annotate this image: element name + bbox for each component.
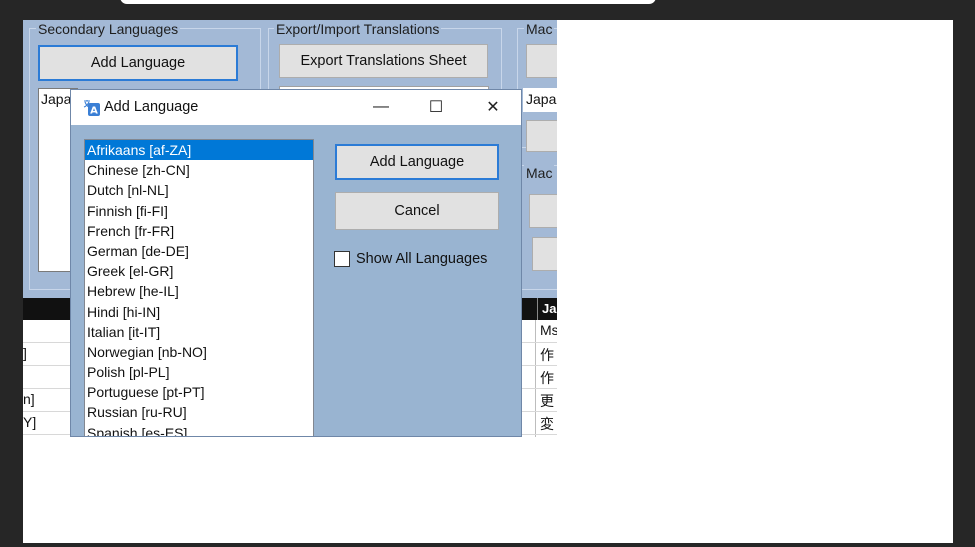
dialog-add-language-button[interactable]: Add Language [335, 144, 499, 180]
minimize-icon[interactable]: — [366, 95, 396, 119]
grid-cell[interactable]: 作 [540, 345, 554, 365]
grid-cell[interactable]: 変 [540, 414, 554, 434]
grid-cell[interactable]: 更 [540, 391, 554, 411]
add-language-dialog: A Add Language — ☐ ✕ Afrikaans [af-ZA] C… [70, 89, 522, 437]
show-all-languages-toggle[interactable]: Show All Languages [334, 251, 487, 267]
dialog-title-bar[interactable]: A Add Language — ☐ ✕ [71, 90, 521, 125]
machine-button-4[interactable] [532, 237, 557, 271]
machine-group-2-label: Mac [524, 165, 555, 181]
language-list[interactable]: Afrikaans [af-ZA] Chinese [zh-CN] Dutch … [84, 139, 314, 436]
add-language-button[interactable]: Add Language [38, 45, 238, 81]
language-option-dutch[interactable]: Dutch [nl-NL] [85, 180, 313, 200]
close-icon[interactable]: ✕ [478, 95, 508, 119]
machine-button-2[interactable] [526, 120, 557, 152]
language-option-german[interactable]: German [de-DE] [85, 241, 313, 261]
svg-text:A: A [90, 106, 98, 117]
machine-button-3[interactable] [529, 194, 557, 228]
cancel-button[interactable]: Cancel [335, 192, 499, 230]
secondary-languages-label: Secondary Languages [36, 21, 181, 37]
language-option-finnish[interactable]: Finnish [fi-FI] [85, 201, 313, 221]
browser-top-bar [0, 0, 975, 20]
language-option-hindi[interactable]: Hindi [hi-IN] [85, 302, 313, 322]
machine-group-1-label: Mac [524, 21, 555, 37]
language-option-greek[interactable]: Greek [el-GR] [85, 261, 313, 281]
language-option-russian[interactable]: Russian [ru-RU] [85, 402, 313, 422]
show-all-label[interactable]: Show All Languages [356, 251, 487, 267]
export-import-label: Export/Import Translations [274, 21, 442, 37]
grid-header-japanese[interactable]: Ja [537, 298, 557, 320]
list-item[interactable]: Japa [523, 88, 557, 107]
grid-cell[interactable]: Y] [23, 414, 36, 430]
show-all-checkbox[interactable] [334, 251, 350, 267]
machine-button-1[interactable] [526, 44, 557, 78]
language-option-hebrew[interactable]: Hebrew [he-IL] [85, 281, 313, 301]
maximize-icon[interactable]: ☐ [421, 95, 451, 119]
language-option-chinese[interactable]: Chinese [zh-CN] [85, 160, 313, 180]
grid-cell[interactable]: n] [23, 391, 35, 407]
language-option-spanish[interactable]: Spanish [es-ES] [85, 423, 313, 436]
dialog-title: Add Language [104, 99, 199, 115]
machine-list[interactable]: Japa [523, 88, 557, 112]
language-option-italian[interactable]: Italian [it-IT] [85, 322, 313, 342]
translate-icon: A [83, 99, 101, 117]
address-bar[interactable] [120, 0, 656, 4]
language-option-afrikaans[interactable]: Afrikaans [af-ZA] [85, 140, 313, 161]
grid-cell[interactable]: 作 [540, 368, 554, 388]
grid-cell[interactable]: ] [23, 345, 27, 361]
language-option-norwegian[interactable]: Norwegian [nb-NO] [85, 342, 313, 362]
grid-cell[interactable]: Ms [540, 322, 557, 338]
export-translations-button[interactable]: Export Translations Sheet [279, 44, 488, 78]
language-option-portuguese[interactable]: Portuguese [pt-PT] [85, 382, 313, 402]
language-option-polish[interactable]: Polish [pl-PL] [85, 362, 313, 382]
language-option-french[interactable]: French [fr-FR] [85, 221, 313, 241]
